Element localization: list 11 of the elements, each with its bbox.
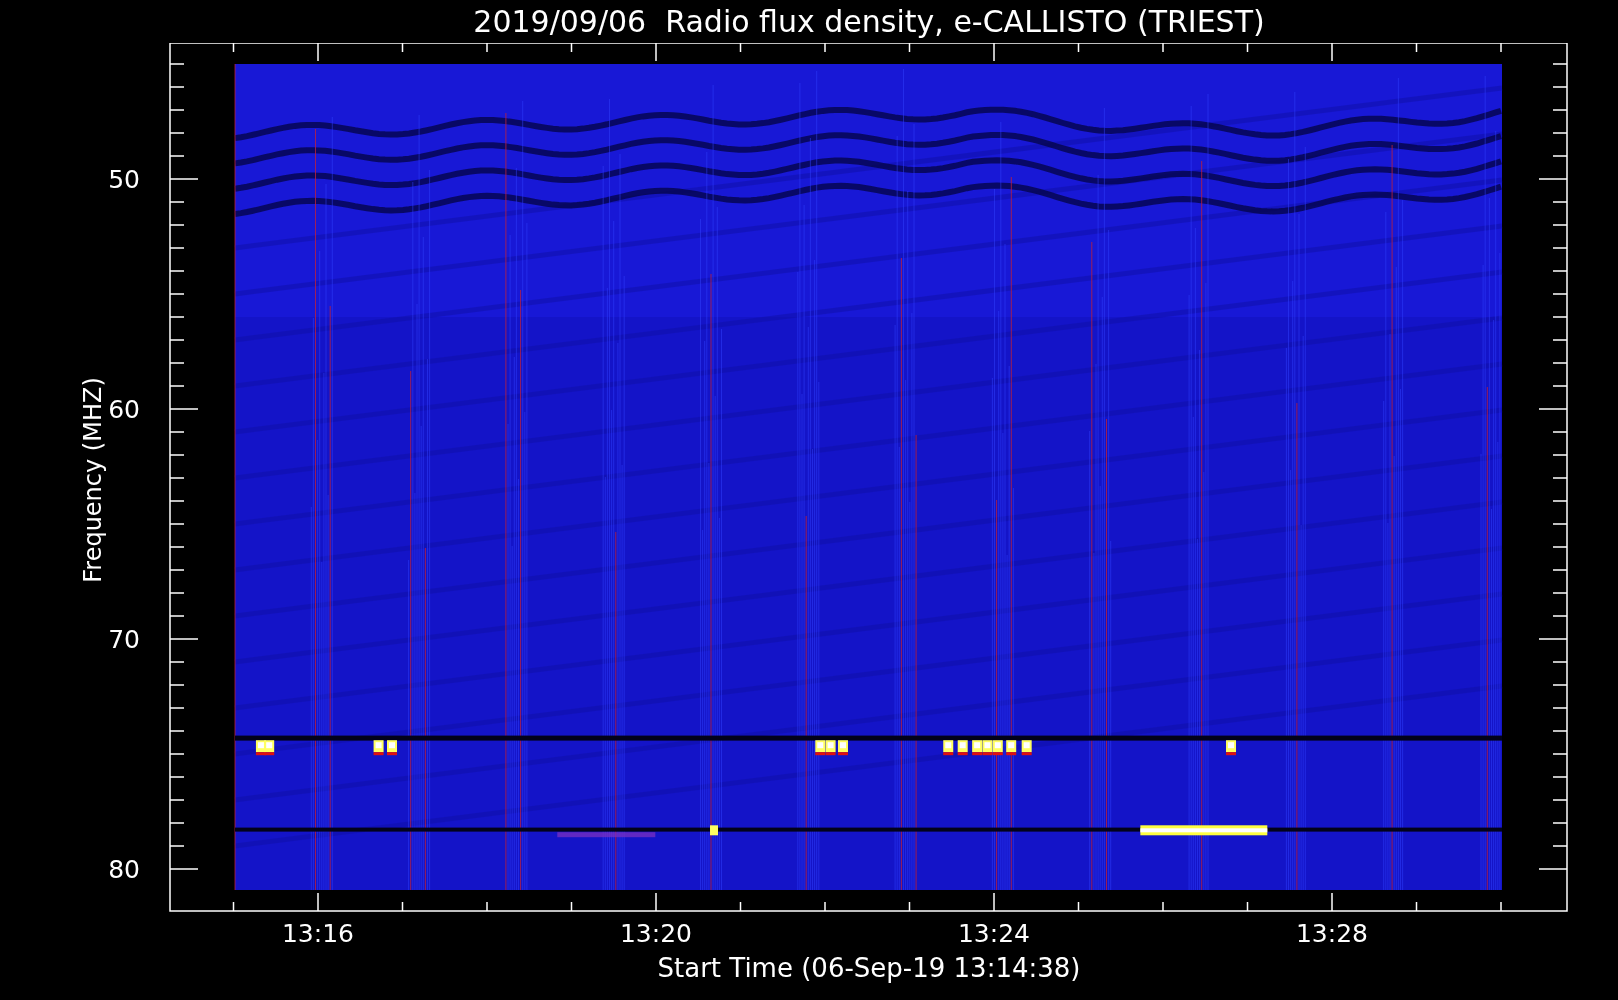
y-axis-label: Frequency (MHZ)	[79, 377, 107, 583]
tick-label: 13:28	[1296, 919, 1368, 948]
tick-label: 13:20	[620, 919, 692, 948]
tick-label: 13:24	[958, 919, 1030, 948]
tick-label: 80	[108, 855, 140, 884]
tick-label: 70	[108, 625, 140, 654]
tick-label: 50	[108, 165, 140, 194]
x-axis-label: Start Time (06-Sep-19 13:14:38)	[657, 955, 1081, 981]
tick-label: 60	[108, 395, 140, 424]
chart-title: 2019/09/06 Radio flux density, e-CALLISTO (TRIEST)	[473, 6, 1265, 37]
tick-label: 13:16	[282, 919, 354, 948]
